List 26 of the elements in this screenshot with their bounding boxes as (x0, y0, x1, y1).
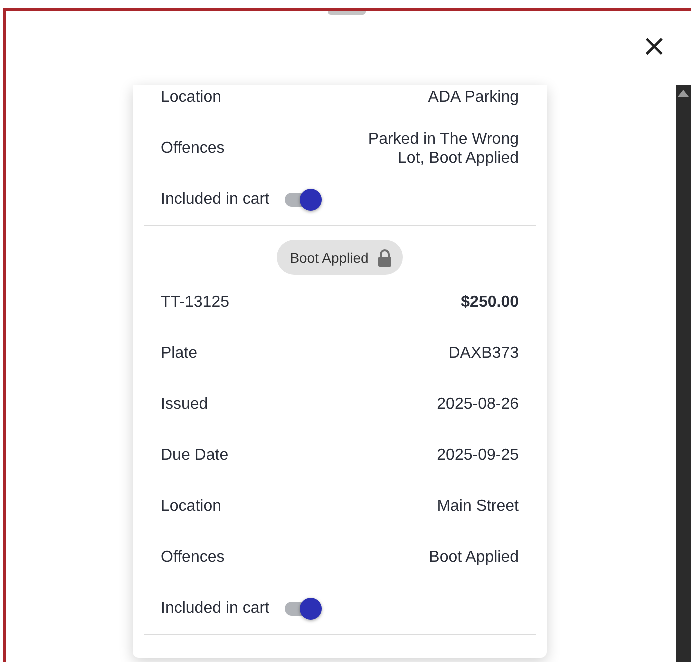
field-value: 2025-09-25 (437, 446, 519, 465)
field-label: Offences (161, 548, 225, 566)
ticket-amount: $250.00 (461, 293, 519, 312)
scrollbar[interactable] (676, 85, 691, 662)
field-value: 2025-08-26 (437, 395, 519, 414)
field-value: ADA Parking (428, 88, 519, 107)
field-value: Boot Applied (429, 548, 519, 567)
field-label: Location (161, 88, 222, 106)
scroll-up-icon[interactable] (678, 90, 689, 97)
ticket-number: TT-13125 (161, 294, 230, 312)
toggle-label: Included in cart (161, 190, 270, 208)
field-label: Offences (161, 140, 225, 158)
cart-toggle[interactable] (284, 188, 324, 212)
field-value: DAXB373 (448, 344, 519, 363)
close-button[interactable]: × (640, 33, 669, 61)
field-label: Plate (161, 344, 198, 362)
field-label: Issued (161, 396, 208, 414)
field-value: Parked in The Wrong Lot, Boot Applied (367, 130, 519, 168)
lock-icon (378, 248, 392, 266)
cart-toggle[interactable] (284, 596, 324, 620)
field-label: Location (161, 498, 222, 516)
status-chip: Boot Applied (277, 240, 403, 275)
field-value: Main Street (437, 497, 519, 516)
field-label: Due Date (161, 446, 229, 464)
toggle-label: Included in cart (161, 600, 270, 618)
drag-handle[interactable] (328, 11, 366, 15)
